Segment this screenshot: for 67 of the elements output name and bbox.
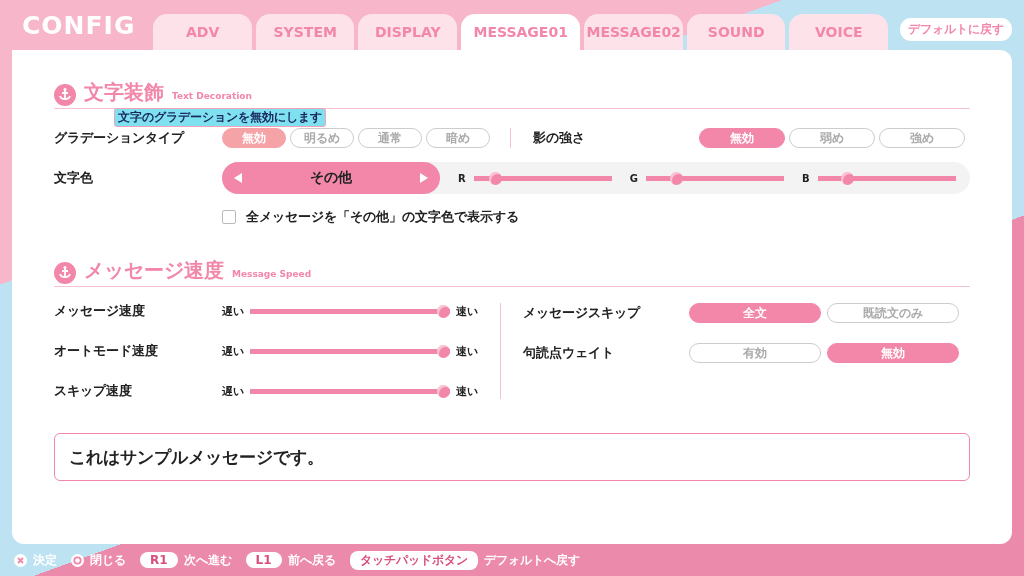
section-subheading: Text Decoration bbox=[172, 91, 252, 101]
setting-label: スキップ速度 bbox=[54, 382, 133, 400]
option-button[interactable]: 無効 bbox=[699, 128, 785, 148]
setting-label: 句読点ウェイト bbox=[523, 344, 615, 362]
cross-button-icon bbox=[14, 553, 27, 567]
slider-thumb[interactable] bbox=[488, 171, 502, 185]
color-selector[interactable]: その他 bbox=[222, 162, 440, 194]
section-heading: 文字装飾 bbox=[84, 79, 164, 106]
checkbox-label: 全メッセージを「その他」の文字色で表示する bbox=[246, 208, 520, 226]
key-cap: R1 bbox=[140, 552, 178, 568]
slider-thumb[interactable] bbox=[669, 171, 683, 185]
tooltip: 文字のグラデーションを無効にします bbox=[114, 108, 326, 127]
option-button[interactable]: 既読文のみ bbox=[827, 303, 959, 323]
key-cap: L1 bbox=[245, 552, 282, 568]
left-arrow-icon[interactable] bbox=[234, 173, 243, 183]
slider-thumb[interactable] bbox=[437, 384, 450, 398]
option-button[interactable]: 全文 bbox=[689, 303, 821, 323]
option-button[interactable]: 通常 bbox=[358, 128, 422, 148]
tab[interactable]: VOICE bbox=[789, 14, 888, 50]
option-button[interactable]: 明るめ bbox=[290, 128, 354, 148]
slider-thumb[interactable] bbox=[437, 304, 450, 318]
setting-label: 影の強さ bbox=[533, 129, 586, 147]
fast-label: 速い bbox=[456, 383, 478, 399]
option-button[interactable]: 有効 bbox=[689, 343, 821, 363]
slider-thumb[interactable] bbox=[437, 344, 450, 358]
tab[interactable]: MESSAGE01 bbox=[461, 14, 581, 50]
setting-label: 文字色 bbox=[54, 169, 94, 187]
circle-button-icon bbox=[71, 553, 84, 567]
option-button[interactable]: 無効 bbox=[827, 343, 959, 363]
setting-label: オートモード速度 bbox=[54, 342, 159, 360]
selector-value: その他 bbox=[310, 169, 352, 187]
option-button[interactable]: 強め bbox=[879, 128, 965, 148]
section-subheading: Message Speed bbox=[232, 269, 312, 279]
option-button[interactable]: 暗め bbox=[426, 128, 490, 148]
checkbox[interactable] bbox=[222, 210, 236, 224]
channel-label: R bbox=[458, 172, 466, 184]
slider-thumb[interactable] bbox=[841, 171, 855, 185]
hint-text: 決定 bbox=[33, 551, 57, 569]
option-button[interactable]: 弱め bbox=[789, 128, 875, 148]
hint-text: デフォルトへ戻す bbox=[483, 551, 580, 569]
channel-label: G bbox=[629, 172, 638, 184]
section-heading: メッセージ速度 bbox=[84, 257, 224, 284]
reset-default-button[interactable]: デフォルトに戻す bbox=[900, 17, 1012, 41]
right-arrow-icon[interactable] bbox=[419, 173, 428, 183]
tab[interactable]: SOUND bbox=[686, 14, 786, 50]
hint-text: 閉じる bbox=[90, 551, 126, 569]
hint-text: 前へ戻る bbox=[287, 551, 336, 569]
slow-label: 遅い bbox=[222, 383, 244, 399]
hint-text: 次へ進む bbox=[183, 551, 232, 569]
slow-label: 遅い bbox=[222, 303, 244, 319]
tab[interactable]: ADV bbox=[153, 14, 252, 50]
anchor-icon bbox=[54, 84, 76, 106]
fast-label: 速い bbox=[456, 343, 478, 359]
anchor-icon bbox=[54, 262, 76, 284]
key-cap: タッチパッドボタン bbox=[349, 550, 478, 570]
tab[interactable]: MESSAGE02 bbox=[584, 14, 683, 50]
setting-label: グラデーションタイプ bbox=[54, 129, 186, 147]
setting-label: メッセージ速度 bbox=[54, 302, 146, 320]
config-title: CONFIG bbox=[22, 10, 136, 40]
fast-label: 速い bbox=[456, 303, 478, 319]
channel-label: B bbox=[801, 172, 810, 184]
sample-message: これはサンプルメッセージです。 bbox=[69, 445, 324, 469]
tab[interactable]: SYSTEM bbox=[255, 14, 355, 50]
setting-label: メッセージスキップ bbox=[523, 304, 642, 322]
option-button[interactable]: 無効 bbox=[222, 128, 286, 148]
slow-label: 遅い bbox=[222, 343, 244, 359]
tab[interactable]: DISPLAY bbox=[358, 14, 457, 50]
